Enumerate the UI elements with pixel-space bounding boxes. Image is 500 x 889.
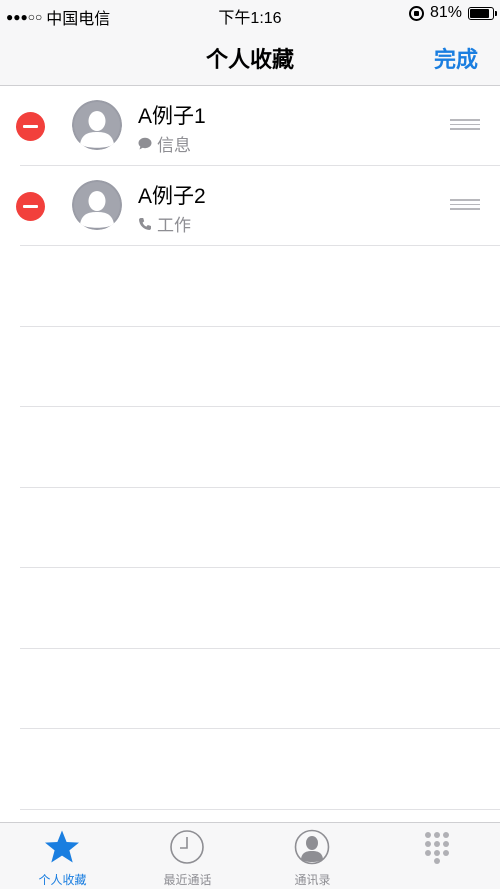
delete-icon[interactable]: [16, 192, 45, 221]
tab-label: 通讯录: [294, 873, 331, 887]
battery-fill: [470, 8, 490, 18]
contact-type-label: 信息: [157, 136, 191, 155]
status-bar: ●●●○○ 中国电信 下午1:16 81%: [0, 0, 500, 28]
empty-row: [0, 729, 500, 810]
message-bubble-icon: [138, 137, 152, 150]
star-icon: [45, 830, 79, 863]
navigation-bar: 个人收藏 完成: [0, 28, 500, 86]
empty-row: [0, 649, 500, 730]
page-title: 个人收藏: [205, 47, 294, 72]
favorites-list: A例子1 信息 A例子2 工作: [0, 86, 500, 889]
reorder-handle-icon[interactable]: [450, 119, 480, 131]
avatar: [72, 180, 122, 230]
tab-keypad[interactable]: [375, 823, 500, 889]
contact-type-label: 工作: [157, 216, 191, 235]
tab-contacts[interactable]: 通讯录: [250, 823, 375, 889]
contact-icon: [294, 829, 330, 865]
tab-recents[interactable]: 最近通话: [125, 823, 250, 889]
empty-row: [0, 488, 500, 569]
person-silhouette-icon: [72, 180, 122, 230]
status-right: 81%: [408, 4, 497, 22]
reorder-handle-icon[interactable]: [450, 199, 480, 211]
avatar: [72, 100, 122, 150]
empty-row: [0, 327, 500, 408]
tab-label: 个人收藏: [38, 873, 87, 887]
empty-row: [0, 568, 500, 649]
favorite-row[interactable]: A例子1 信息: [0, 86, 500, 166]
favorite-row[interactable]: A例子2 工作: [0, 166, 500, 246]
battery-percent: 81%: [429, 4, 462, 21]
rotation-lock-icon: [408, 5, 424, 21]
delete-icon[interactable]: [16, 112, 45, 141]
contact-name: A例子1: [138, 105, 206, 128]
tab-label: 最近通话: [163, 873, 212, 887]
empty-row: [0, 407, 500, 488]
keypad-icon: [425, 832, 449, 864]
contact-type: 工作: [138, 211, 191, 236]
contact-type: 信息: [138, 131, 191, 156]
person-silhouette-icon: [72, 100, 122, 150]
tab-favorites[interactable]: 个人收藏: [0, 823, 125, 889]
clock-icon: [170, 830, 204, 864]
battery-icon: [468, 6, 497, 20]
done-button[interactable]: 完成: [434, 42, 478, 74]
phone-icon: [139, 217, 151, 230]
contact-name: A例子2: [138, 185, 206, 208]
tab-bar: 个人收藏 最近通话 通讯录: [0, 822, 500, 889]
empty-row: [0, 246, 500, 327]
